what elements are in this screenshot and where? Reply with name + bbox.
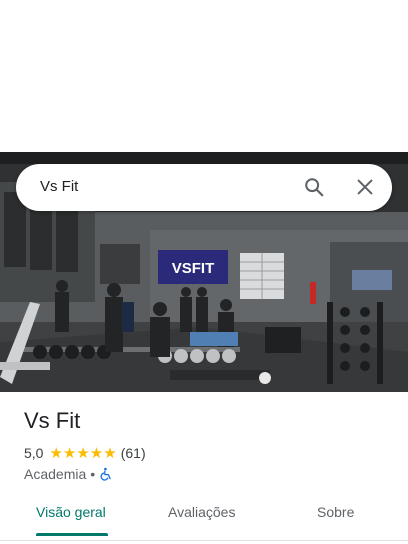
star-rating-icons: ★★★★★: [49, 445, 117, 462]
place-title: Vs Fit: [24, 408, 81, 433]
search-icon[interactable]: [303, 176, 325, 198]
rating-value: 5,0: [24, 445, 44, 461]
separator-dot: •: [90, 466, 96, 482]
place-tabs: Visão geral Avaliações Sobre: [0, 496, 408, 540]
tab-reviews[interactable]: Avaliações: [168, 504, 235, 520]
place-category: Academia: [24, 466, 87, 482]
gym-sign-text: VSFIT: [172, 260, 215, 277]
search-input[interactable]: Vs Fit: [40, 178, 78, 195]
active-tab-indicator: [36, 533, 108, 536]
wheelchair-icon: [99, 467, 113, 481]
tab-about[interactable]: Sobre: [317, 504, 354, 520]
tabs-divider: [0, 540, 408, 541]
map-blank-area: [0, 0, 408, 152]
rating-row[interactable]: 5,0 ★★★★★ (61): [24, 444, 146, 462]
search-bar[interactable]: Vs Fit: [16, 164, 392, 211]
category-row: Academia •: [24, 465, 113, 483]
tab-overview[interactable]: Visão geral: [36, 504, 106, 520]
close-icon[interactable]: [354, 176, 376, 198]
review-count[interactable]: (61): [121, 445, 146, 461]
